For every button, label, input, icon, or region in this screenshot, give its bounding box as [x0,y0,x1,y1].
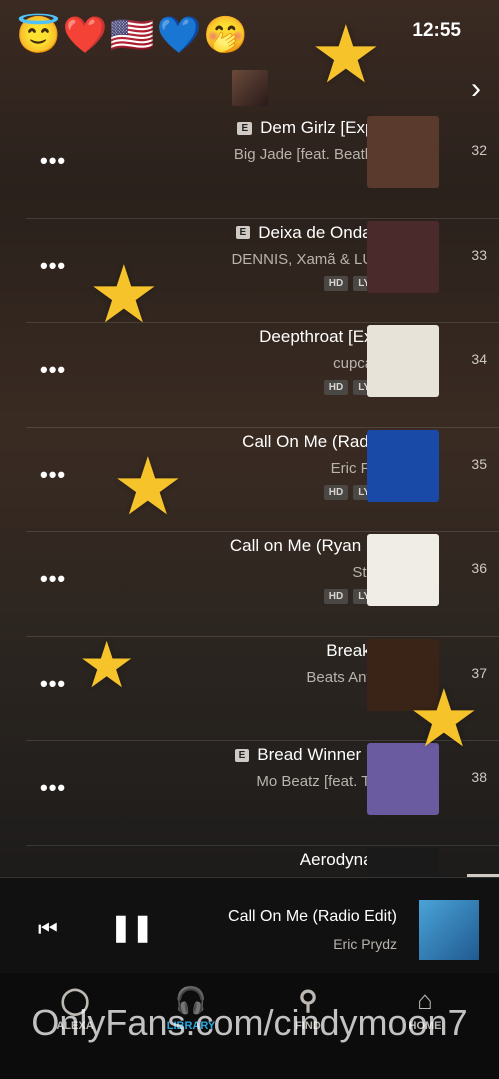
track-artist: Mo Beatz [feat. Trina] [256,773,399,790]
album-art [367,325,439,397]
track-number: 38 [471,769,487,785]
track-row[interactable]: ••• E Dem Girlz [Expli… Big Jade [feat. … [26,114,499,219]
track-artist: DENNIS, Xamã & LUD… [231,250,399,268]
track-info: Break Me Beats Antique HD [139,641,399,709]
track-number: 35 [471,455,487,472]
track-info: Aerodynamic Daft Punk HD [139,850,399,877]
quality-badge: HD [323,275,349,291]
track-row[interactable]: ••• Aerodynamic Daft Punk HD 39 [26,846,499,877]
star-sticker: ★ [310,10,382,99]
watermark: OnlyFans.com/cindymoon7 [31,1002,468,1043]
track-info: E Dem Girlz [Expli… Big Jade [feat. Beat… [139,118,399,186]
more-options-icon[interactable]: ••• [40,566,66,592]
album-art [367,429,439,502]
explicit-badge: E [235,226,251,239]
track-row[interactable]: ••• Call On Me (Radio… Eric Prydz HDLYRI… [26,428,499,532]
track-number: 34 [471,351,487,367]
more-options-icon[interactable]: ••• [40,775,66,801]
album-art [367,847,439,876]
more-options-icon[interactable]: ••• [40,671,66,697]
album-art [367,534,439,606]
track-artist: Big Jade [feat. Beatkin… [233,146,399,163]
star-sticker: ★ [78,629,136,701]
previous-icon[interactable]: ⏮ [38,916,58,942]
quality-badge: HD [323,589,349,604]
explicit-badge: E [234,748,250,762]
chevron-right-icon[interactable]: › [471,72,481,106]
more-options-icon[interactable]: ••• [40,253,66,279]
more-options-icon[interactable]: ••• [40,148,66,174]
track-number: 36 [471,560,487,576]
now-playing-art [419,900,479,960]
more-options-icon[interactable]: ••• [40,462,66,488]
status-time: 12:55 [412,20,461,41]
now-playing-title: Call On Me (Radio Edit) [228,908,397,925]
track-info: E Bread Winner [E… Mo Beatz [feat. Trina… [139,745,399,813]
track-number: 32 [471,142,487,158]
album-art [367,116,439,188]
track-number: 33 [471,246,487,263]
more-options-icon[interactable]: ••• [40,357,66,383]
quality-badge: HD [323,484,349,500]
track-row[interactable]: ••• Call on Me (Ryan Ri… Starley HDLYRIC… [26,532,499,637]
track-artist: Starley [139,564,399,581]
now-playing-artist: Eric Prydz [333,936,397,952]
track-artist: cupcakKe [139,355,399,372]
emoji-row: 😇❤️🇺🇸💙🤭 [16,14,251,55]
header: › [0,62,499,114]
star-sticker: ★ [112,442,184,531]
track-artist: Beats Antique [306,668,399,686]
quality-badge: HD [323,380,349,395]
status-bar: 😇❤️🇺🇸💙🤭 12:55 [0,0,499,70]
playlist-thumbnail [232,70,268,106]
star-sticker: ★ [408,674,480,763]
star-sticker: ★ [88,250,160,339]
track-info: Deepthroat [Exp… cupcakKe HDLYRICS [139,327,399,395]
now-playing-bar[interactable]: ⏮ ❚❚ Call On Me (Radio Edit) Eric Prydz [0,877,499,974]
track-info: Call on Me (Ryan Ri… Starley HDLYRICS [139,536,399,604]
pause-icon[interactable]: ❚❚ [110,912,154,943]
track-info: E Deixa de Onda (… DENNIS, Xamã & LUD… H… [139,223,399,291]
album-art [367,220,439,293]
explicit-badge: E [237,121,253,135]
